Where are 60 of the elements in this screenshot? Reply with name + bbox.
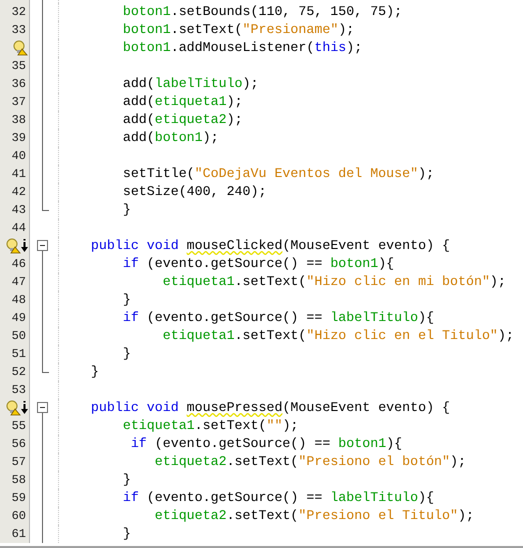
line-number: 41 [12,166,26,183]
line-number: 37 [12,94,26,111]
code-line: if (evento.getSource() == boton1){ [122,255,394,273]
code-line: public void mousePressed(MouseEvent evento) { [90,399,450,417]
code-line: setSize(400, 240); [122,183,266,201]
line-number: 44 [12,220,26,237]
line-number: 42 [12,184,26,201]
code-line: if (evento.getSource() == labelTitulo){ [122,489,434,507]
line-number: 61 [12,526,26,543]
line-number: 55 [12,418,26,435]
code-line: setTitle("CoDejaVu Eventos del Mouse"); [122,165,434,183]
code-line: } [90,363,99,381]
line-number: 51 [12,346,26,363]
fold-toggle[interactable] [37,240,48,251]
line-number: 46 [12,256,26,273]
line-number: 59 [12,490,26,507]
line-number: 47 [12,274,26,291]
line-number: 33 [12,22,26,39]
code-line: etiqueta2.setText("Presiono el botón"); [154,453,466,471]
code-line: add(boton1); [122,129,219,147]
code-line: etiqueta2.setText("Presiono el Titulo"); [154,507,474,525]
code-line: etiqueta1.setText("Hizo clic en mi botón"); [162,273,506,291]
line-number: 35 [12,58,26,75]
lightbulb-warning-icon[interactable] [5,400,21,416]
code-line: if (evento.getSource() == labelTitulo){ [122,309,434,327]
line-number: 60 [12,508,26,525]
line-number: 53 [12,382,26,399]
line-number: 38 [12,112,26,129]
line-number: 52 [12,364,26,381]
line-number: 48 [12,292,26,309]
code-line: etiqueta1.setText(""); [122,417,298,435]
code-line: boton1.addMouseListener(this); [122,39,362,57]
down-arrow-icon[interactable] [21,401,28,415]
down-arrow-icon[interactable] [21,239,28,253]
code-line: if (evento.getSource() == boton1){ [130,435,402,453]
code-line: } [122,345,131,363]
code-line: add(etiqueta1); [122,93,243,111]
code-line: add(labelTitulo); [122,75,259,93]
code-line: } [122,471,131,489]
code-line: add(etiqueta2); [122,111,243,129]
line-number: 40 [12,148,26,165]
lightbulb-warning-icon[interactable] [5,238,21,254]
line-number: 36 [12,76,26,93]
fold-toggle[interactable] [37,402,48,413]
code-line: } [122,291,131,309]
line-number: 57 [12,454,26,471]
code-line: } [122,525,131,543]
line-number: 50 [12,328,26,345]
code-line: etiqueta1.setText("Hizo clic en el Titulo"); [162,327,514,345]
line-number: 43 [12,202,26,219]
line-number: 49 [12,310,26,327]
line-number: 56 [12,436,26,453]
line-number: 39 [12,130,26,147]
line-number: 58 [12,472,26,489]
line-number: 32 [12,4,26,21]
code-line: boton1.setBounds(110, 75, 150, 75); [122,3,402,21]
code-line: boton1.setText("Presioname"); [122,21,354,39]
code-line: public void mouseClicked(MouseEvent evento) { [90,237,450,255]
lightbulb-warning-icon[interactable] [12,40,28,56]
code-line: } [122,201,131,219]
